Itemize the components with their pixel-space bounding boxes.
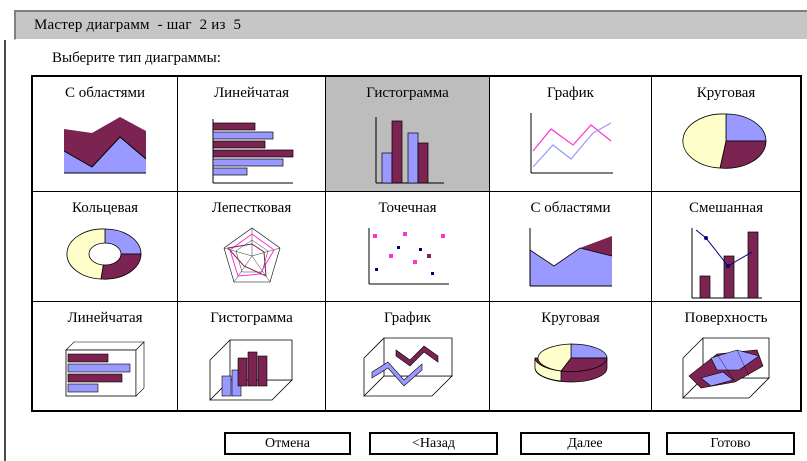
chart-type-combo[interactable]: Смешанная <box>652 192 800 302</box>
chart-type-area[interactable]: С областями <box>33 77 178 192</box>
chart-type-label: С областями <box>530 200 611 216</box>
chart-type-label: График <box>547 85 594 101</box>
chart-type-label: Круговая <box>696 85 756 101</box>
pie-chart-icon <box>682 113 767 169</box>
column-3d-chart-icon <box>208 339 293 401</box>
chart-type-bar[interactable]: Линейчатая <box>178 77 326 192</box>
chart-type-label: Круговая <box>541 310 600 326</box>
chart-type-column-3d[interactable]: Гистограмма <box>178 302 326 410</box>
area-chart-icon <box>63 117 147 174</box>
chart-type-label: Смешанная <box>689 200 763 216</box>
chart-type-scatter[interactable]: Точечная <box>326 192 490 302</box>
bar-3d-chart-icon <box>65 341 145 397</box>
chart-type-bar-3d[interactable]: Линейчатая <box>33 302 178 410</box>
chart-type-label: Линейчатая <box>67 310 143 326</box>
doughnut-chart-icon <box>66 228 142 280</box>
chart-type-grid: С областями Линейчатая Гистограмма Графи… <box>31 75 802 412</box>
finish-button[interactable]: Готово <box>666 432 795 455</box>
line-3d-chart-icon <box>362 337 453 397</box>
next-button[interactable]: Далее <box>520 432 650 455</box>
chart-type-line[interactable]: График <box>490 77 652 192</box>
radar-chart-icon <box>223 227 280 283</box>
chart-type-label: Гистограмма <box>210 310 293 326</box>
chart-type-label: Точечная <box>378 200 437 216</box>
chart-type-prompt: Выберите тип диаграммы: <box>52 50 221 66</box>
chart-type-label: Кольцевая <box>71 200 138 216</box>
window-title: Мастер диаграмм - шаг 2 из 5 <box>34 17 242 33</box>
chart-type-surface[interactable]: Поверхность <box>652 302 800 410</box>
chart-type-label: Лепестковая <box>211 200 292 216</box>
chart-type-label: Гистограмма <box>366 85 449 101</box>
chart-type-pie[interactable]: Круговая <box>652 77 800 192</box>
column-chart-icon <box>375 117 444 184</box>
chart-type-line-3d[interactable]: График <box>326 302 490 410</box>
surface-chart-icon <box>682 337 770 399</box>
chart-type-column[interactable]: Гистограмма <box>326 77 490 192</box>
chart-type-label: С областями <box>64 85 146 101</box>
pie-3d-chart-icon <box>534 343 607 383</box>
chart-type-radar[interactable]: Лепестковая <box>178 192 326 302</box>
back-button[interactable]: <Назад <box>369 432 498 455</box>
chart-type-area-2[interactable]: С областями <box>490 192 652 302</box>
chart-type-doughnut[interactable]: Кольцевая <box>33 192 178 302</box>
cancel-button[interactable]: Отмена <box>224 432 351 455</box>
line-chart-icon <box>530 113 613 174</box>
chart-type-label: Линейчатая <box>213 85 290 101</box>
combo-chart-icon <box>691 228 762 299</box>
chart-type-label: Поверхность <box>684 310 768 326</box>
chart-type-pie-3d[interactable]: Круговая <box>490 302 652 410</box>
chart-type-label: График <box>384 310 431 326</box>
title-bar: Мастер диаграмм - шаг 2 из 5 <box>14 10 807 40</box>
bar-chart-icon <box>212 119 293 184</box>
area-3d-chart-icon <box>529 228 612 287</box>
scatter-chart-icon <box>368 228 449 285</box>
window-left-edge <box>4 40 6 461</box>
